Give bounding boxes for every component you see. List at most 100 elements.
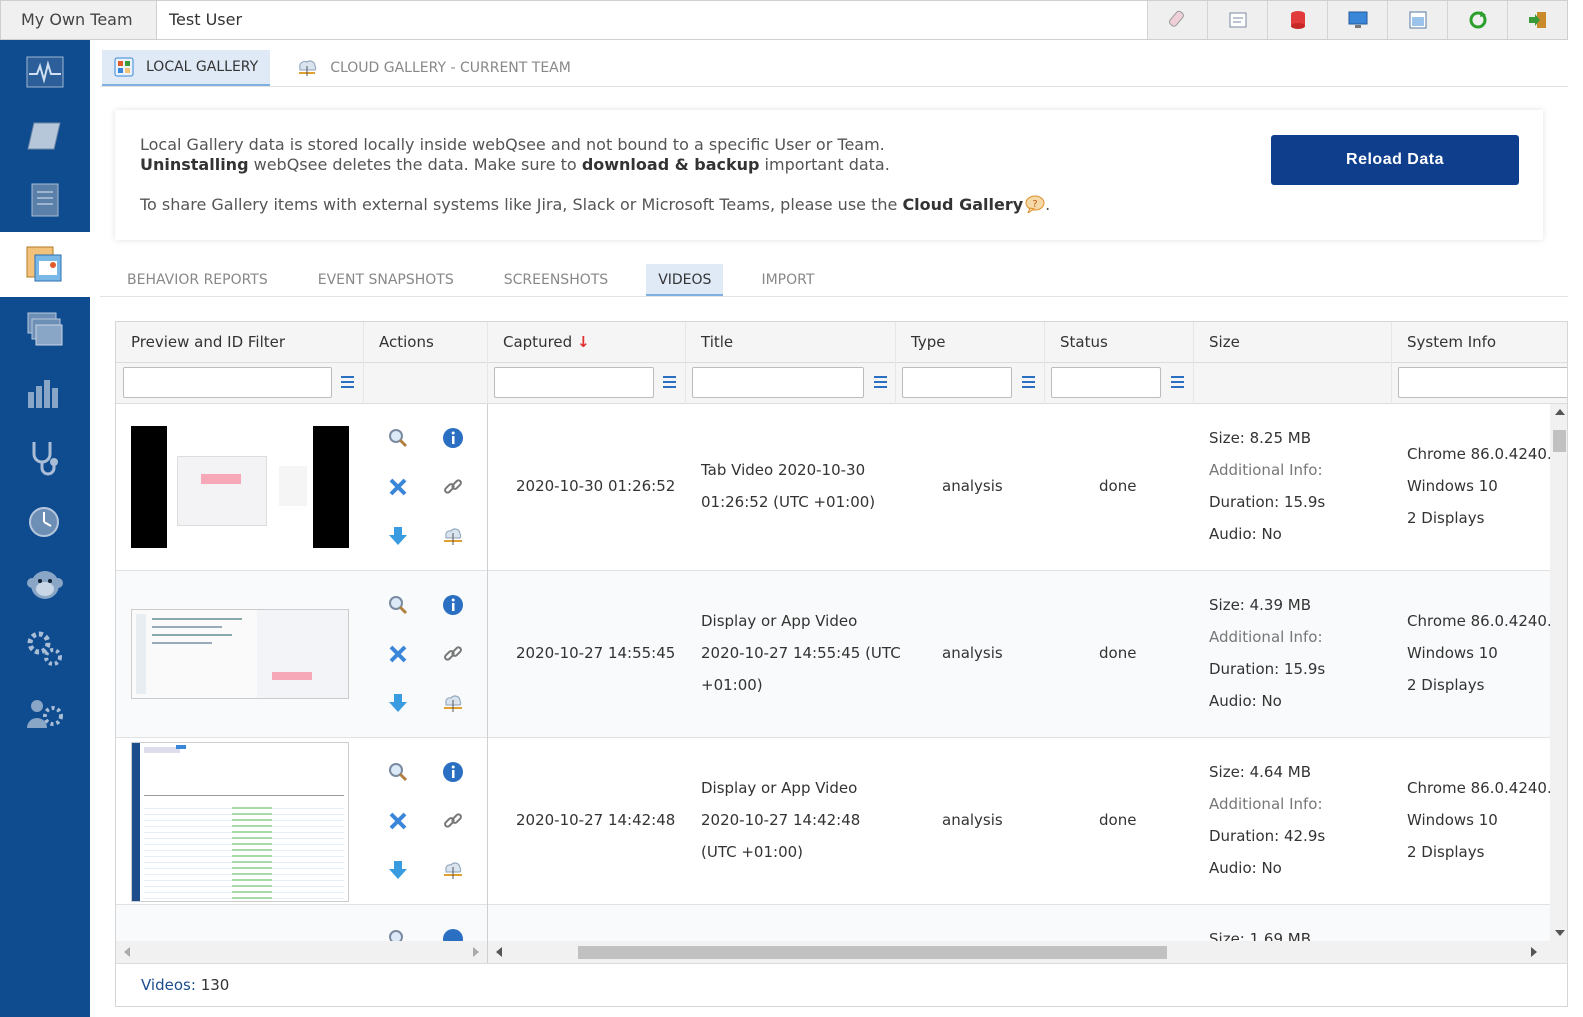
horizontal-scrollbar[interactable] [116,941,1567,963]
sidebar-item-team-settings[interactable] [0,681,90,745]
audio-value: Audio: No [1209,692,1282,710]
captured-filter-input[interactable] [494,367,654,398]
cloud-upload-icon[interactable] [442,525,464,547]
eraser-icon[interactable] [1147,1,1207,39]
filter-menu-icon[interactable] [1171,376,1184,391]
audio-value: Audio: No [1209,859,1282,877]
sidebar-item-gallery[interactable] [0,232,90,297]
column-size[interactable]: Size [1194,322,1392,363]
type-filter-input[interactable] [902,367,1012,398]
tab-local-gallery[interactable]: LOCAL GALLERY [102,50,271,86]
scroll-up-arrow[interactable] [1555,409,1565,415]
cloud-gallery-link[interactable]: Cloud Gallery [902,195,1023,214]
filter-menu-icon[interactable] [341,376,354,391]
logout-icon[interactable] [1507,1,1567,39]
monitor-icon[interactable] [1327,1,1387,39]
system-info-filter-input[interactable] [1398,367,1567,398]
report-icon[interactable] [1207,1,1267,39]
activity-icon [26,56,64,88]
column-captured[interactable]: Captured ↓ [488,322,686,363]
delete-icon[interactable] [387,476,409,498]
column-actions[interactable]: Actions [364,322,488,363]
scroll-right-arrow[interactable] [1531,947,1537,957]
link-icon[interactable] [442,810,464,832]
tab-import[interactable]: IMPORT [749,264,826,296]
filter-menu-icon[interactable] [874,376,887,391]
vertical-scrollbar[interactable] [1550,404,1567,941]
column-type[interactable]: Type [896,322,1045,363]
download-icon[interactable] [387,859,409,881]
tab-cloud-gallery[interactable]: CLOUD GALLERY - CURRENT TEAM [284,50,583,86]
user-name[interactable]: Test User [157,1,1147,39]
download-icon[interactable] [387,525,409,547]
tab-screenshots[interactable]: SCREENSHOTS [492,264,620,296]
audio-value: Audio: No [1209,525,1282,543]
link-icon[interactable] [442,476,464,498]
sidebar-item-timing[interactable] [0,489,90,553]
zoom-icon[interactable] [387,594,409,616]
database-icon[interactable] [1267,1,1327,39]
team-selector[interactable]: My Own Team [1,1,157,39]
zoom-icon[interactable] [387,928,409,941]
table-row[interactable]: 2020-10-30 01:26:52 Tab Video 2020-10-30… [116,404,1567,571]
top-bar: My Own Team Test User [0,0,1568,40]
sidebar-item-layers[interactable] [0,297,90,361]
sidebar-item-scripts[interactable] [0,104,90,168]
table-footer: Videos: 130 [116,963,1567,1006]
svg-text:?: ? [1032,199,1037,210]
help-bubble-icon[interactable]: ? [1025,195,1045,215]
info-icon[interactable] [442,427,464,449]
filter-menu-icon[interactable] [1022,376,1035,391]
refresh-icon[interactable] [1447,1,1507,39]
sidebar-item-activity[interactable] [0,40,90,104]
scroll-thumb[interactable] [578,946,1167,959]
column-title[interactable]: Title [686,322,896,363]
tab-behavior-reports[interactable]: BEHAVIOR REPORTS [115,264,280,296]
notebook-icon [31,183,59,217]
video-thumbnail[interactable] [131,742,349,902]
sidebar-item-statistics[interactable] [0,361,90,425]
video-thumbnail[interactable] [131,426,349,548]
preview-id-filter-input[interactable] [123,367,332,398]
scroll-thumb[interactable] [1553,430,1566,452]
videos-count: 130 [200,976,230,994]
zoom-icon[interactable] [387,761,409,783]
info-icon[interactable] [442,761,464,783]
link-icon[interactable] [442,643,464,665]
browser-value: Chrome 86.0.4240. [1407,612,1552,630]
sidebar-item-monkey[interactable] [0,553,90,617]
title-filter-input[interactable] [692,367,864,398]
zoom-icon[interactable] [387,427,409,449]
sidebar-item-health[interactable] [0,425,90,489]
video-thumbnail[interactable] [131,609,349,699]
download-icon[interactable] [387,692,409,714]
filter-menu-icon[interactable] [663,376,676,391]
stethoscope-icon [32,442,58,476]
scroll-down-arrow[interactable] [1555,930,1565,936]
scroll-left-arrow[interactable] [124,947,130,957]
table-row[interactable]: 2020-10-27 14:42:48 Display or App Video… [116,738,1567,905]
captured-value: 2020-10-27 14:42:48 [516,811,676,829]
cloud-upload-icon[interactable] [442,859,464,881]
tab-event-snapshots[interactable]: EVENT SNAPSHOTS [306,264,466,296]
info-icon[interactable] [442,594,464,616]
delete-icon[interactable] [387,810,409,832]
scroll-left-arrow[interactable] [496,947,502,957]
tab-videos[interactable]: VIDEOS [646,264,724,296]
cloud-upload-icon[interactable] [442,692,464,714]
delete-icon[interactable] [387,643,409,665]
column-system-info[interactable]: System Info [1392,322,1567,363]
captured-value: 2020-10-30 01:26:52 [516,477,676,495]
reload-data-button[interactable]: Reload Data [1271,135,1519,185]
status-filter-input[interactable] [1051,367,1161,398]
scroll-right-arrow[interactable] [473,947,479,957]
column-status[interactable]: Status [1045,322,1194,363]
sidebar-item-notebook[interactable] [0,168,90,232]
sidebar-item-settings[interactable] [0,617,90,681]
table-row[interactable]: Size: 1.69 MB [116,905,1567,941]
window-icon[interactable] [1387,1,1447,39]
table-row[interactable]: 2020-10-27 14:55:45 Display or App Video… [116,571,1567,738]
column-preview[interactable]: Preview and ID Filter [116,322,364,363]
tab-local-gallery-label: LOCAL GALLERY [146,59,259,75]
info-icon[interactable] [442,928,464,941]
